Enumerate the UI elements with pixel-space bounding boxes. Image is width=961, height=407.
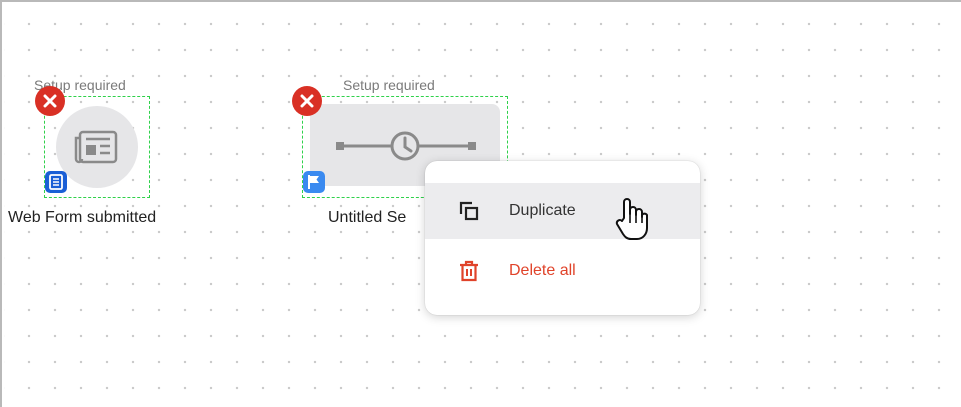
newspaper-icon <box>74 130 118 164</box>
flag-icon <box>308 175 319 189</box>
web-form-node[interactable] <box>56 106 138 188</box>
duplicate-menu-item[interactable]: Duplicate <box>425 183 700 239</box>
delete-all-label: Delete all <box>509 262 576 279</box>
remove-node-button[interactable] <box>292 86 322 116</box>
close-icon <box>43 94 57 108</box>
node-setup-label: Setup required <box>343 77 435 93</box>
delete-all-menu-item[interactable]: Delete all <box>425 243 700 299</box>
node-title: Untitled Se <box>328 209 407 226</box>
trash-icon <box>460 260 478 282</box>
duplicate-label: Duplicate <box>509 202 576 219</box>
context-menu: Duplicate Delete all <box>425 161 700 315</box>
node-type-badge <box>303 171 325 193</box>
remove-node-button[interactable] <box>35 86 65 116</box>
duplicate-icon <box>459 201 479 221</box>
close-icon <box>300 94 314 108</box>
hand-pointer-cursor-icon <box>615 198 648 240</box>
node-title: Web Form submitted <box>8 209 157 226</box>
form-icon <box>49 174 63 190</box>
node-type-badge <box>45 171 67 193</box>
